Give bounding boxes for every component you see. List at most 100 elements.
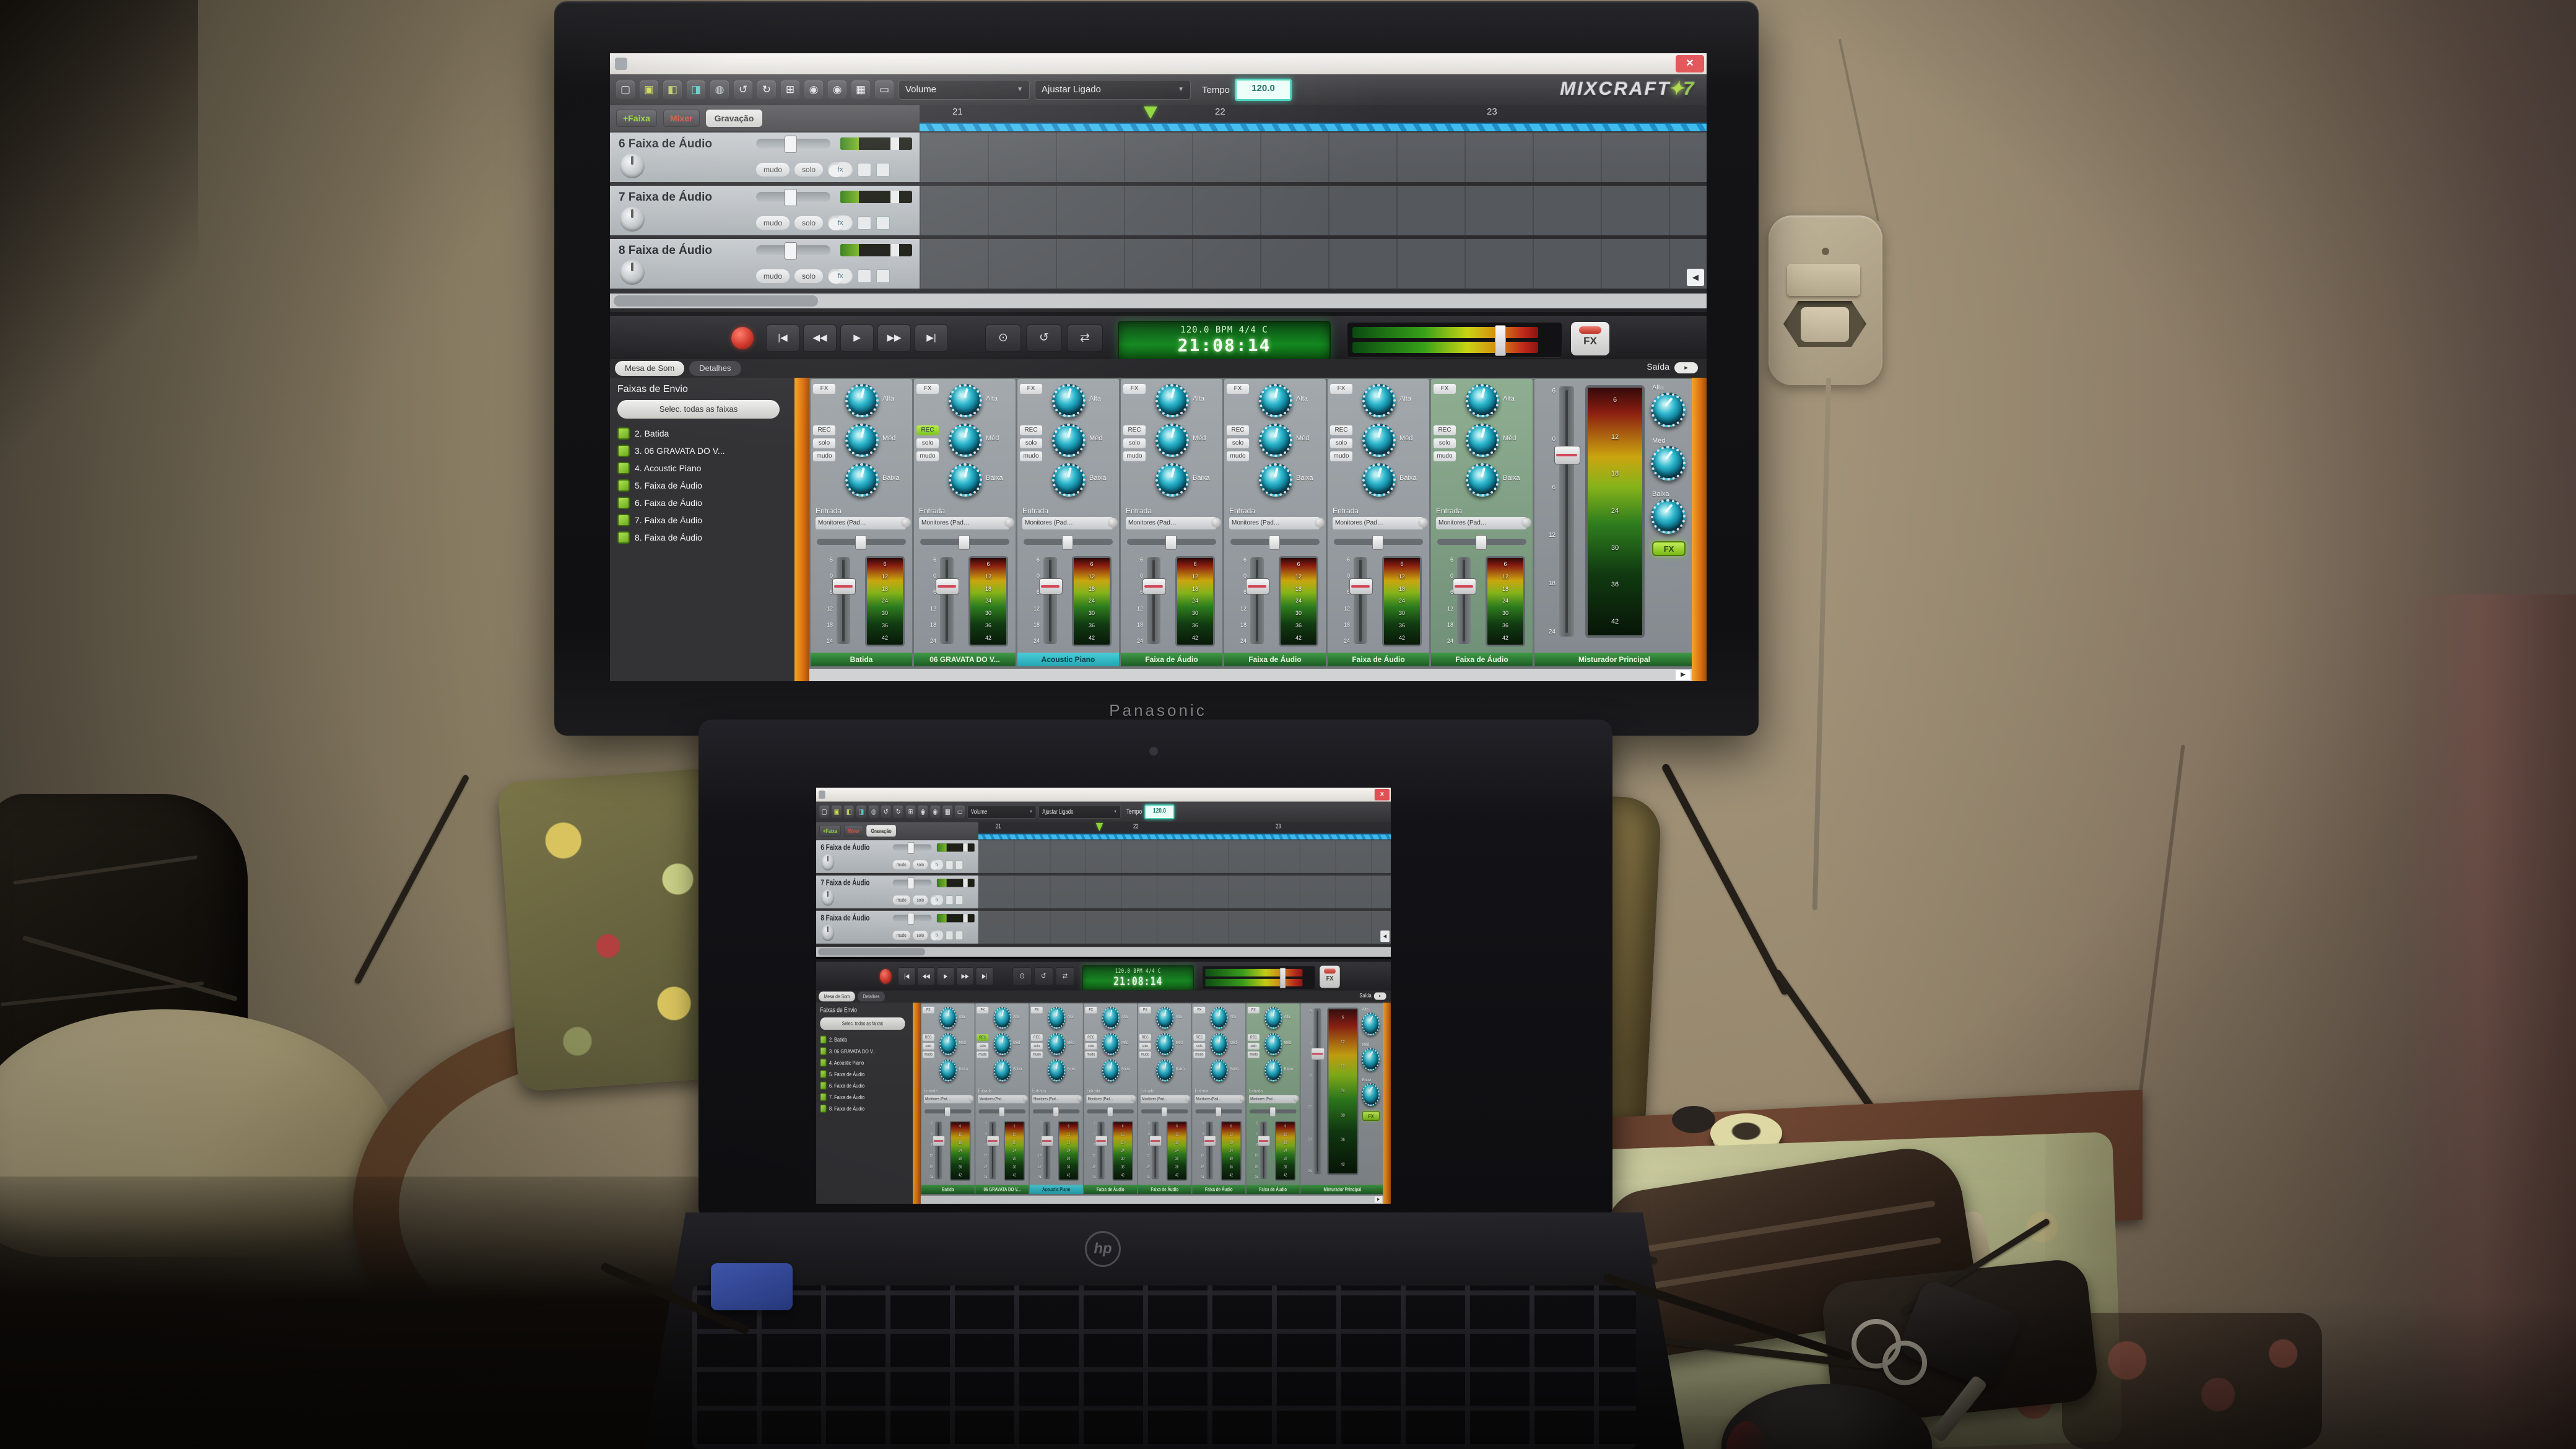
volume-slider[interactable] [756, 139, 830, 149]
strip-rec-button[interactable]: REC [1227, 425, 1249, 435]
eq-low-knob[interactable] [1156, 1060, 1173, 1082]
strip-solo-button[interactable]: solo [1434, 438, 1456, 448]
fader-handle[interactable] [1142, 578, 1166, 594]
eq-high-knob[interactable] [949, 384, 982, 417]
output-expand-button[interactable]: ▸ [1374, 993, 1386, 1000]
pan-slider[interactable] [979, 1110, 1025, 1114]
strip-name-label[interactable]: Faixa de Áudio [1084, 1185, 1137, 1194]
track-lane[interactable]: ◀ [920, 239, 1707, 289]
input-gain-knob[interactable] [1211, 518, 1221, 528]
strip-rec-button[interactable]: REC [977, 1034, 988, 1041]
strip-mute-button[interactable]: mudo [1248, 1051, 1260, 1058]
eq-mid-knob[interactable] [949, 424, 982, 457]
select-all-tracks-button[interactable]: Selec. todas as faixas [617, 400, 780, 419]
fader-handle[interactable] [1095, 1136, 1108, 1146]
mixer-track-list-item[interactable]: 8. Faixa de Áudio [820, 1103, 909, 1115]
fx-button[interactable]: fx [828, 215, 853, 230]
input-select[interactable]: Monitores (Pad… [1436, 517, 1526, 529]
eq-high-knob[interactable] [1211, 1007, 1228, 1029]
pan-knob[interactable] [620, 154, 645, 178]
record-mode-button[interactable]: Gravação [866, 825, 896, 837]
input-select[interactable]: Monitores (Pad… [1086, 1095, 1134, 1103]
strip-solo-button[interactable]: solo [916, 438, 939, 448]
grid-icon[interactable]: ⊞ [906, 806, 916, 818]
pan-slider[interactable] [1127, 539, 1216, 545]
pan-knob[interactable] [821, 925, 834, 941]
strip-solo-button[interactable]: solo [1193, 1043, 1205, 1050]
checkbox-icon[interactable] [617, 531, 630, 544]
horizontal-scrollbar[interactable] [610, 294, 1707, 308]
eq-mid-knob[interactable] [1362, 424, 1396, 457]
scroll-left-button[interactable]: ◀ [1380, 931, 1390, 942]
track-option-button[interactable] [946, 895, 954, 905]
pan-slider[interactable] [1141, 1110, 1188, 1114]
input-select[interactable]: Monitores (Pad… [1126, 517, 1216, 529]
new-file-icon[interactable]: ▢ [616, 80, 635, 99]
fader-handle[interactable] [1039, 578, 1063, 594]
input-select[interactable]: Monitores (Pad… [1032, 1095, 1080, 1103]
fast-forward-button[interactable]: ▶▶ [956, 967, 973, 985]
volume-fader[interactable] [1097, 1121, 1105, 1179]
mixer-track-list-item[interactable]: 6. Faixa de Áudio [820, 1080, 909, 1092]
mute-button[interactable]: mudo [893, 931, 910, 940]
user-icon[interactable]: ◉ [918, 806, 928, 818]
strip-name-label[interactable]: Faixa de Áudio [1192, 1185, 1245, 1194]
eq-mid-knob[interactable] [994, 1033, 1011, 1055]
strip-name-label[interactable]: Batida [921, 1185, 975, 1194]
mixer-track-list-item[interactable]: 6. Faixa de Áudio [617, 494, 787, 511]
panel-icon[interactable]: ▭ [955, 806, 965, 818]
strip-mute-button[interactable]: mudo [1330, 451, 1352, 461]
solo-button[interactable]: solo [913, 860, 928, 869]
strip-name-label[interactable]: Acoustic Piano [1017, 653, 1119, 666]
mixer-track-list-item[interactable]: 7. Faixa de Áudio [820, 1091, 909, 1103]
track-option-button[interactable] [955, 895, 963, 905]
track-header[interactable]: 6 Faixa de Áudio mudo solo fx [816, 840, 978, 873]
strip-fx-button[interactable]: FX [977, 1007, 988, 1014]
strip-name-label[interactable]: Faixa de Áudio [1121, 653, 1222, 666]
track-header[interactable]: 8 Faixa de Áudio mudo solo fx [816, 911, 978, 944]
checkbox-icon[interactable] [617, 479, 630, 492]
scroll-right-button[interactable]: ▶ [1676, 670, 1690, 680]
master-eq-low-knob[interactable] [1362, 1083, 1380, 1106]
mixer-track-list-item[interactable]: 8. Faixa de Áudio [617, 529, 787, 546]
fader-handle[interactable] [1041, 1136, 1053, 1146]
input-gain-knob[interactable] [1240, 1095, 1245, 1102]
eq-high-knob[interactable] [1155, 384, 1189, 417]
strip-rec-button[interactable]: REC [813, 425, 835, 435]
punch-button[interactable]: ⇄ [1056, 967, 1074, 985]
strip-fx-button[interactable]: FX [1085, 1007, 1097, 1014]
strip-mute-button[interactable]: mudo [1031, 1051, 1043, 1058]
input-select[interactable]: Monitores (Pad… [1141, 1095, 1188, 1103]
mute-button[interactable]: mudo [756, 216, 790, 230]
strip-solo-button[interactable]: solo [1227, 438, 1249, 448]
add-track-button[interactable]: +Faixa [616, 110, 657, 127]
track-lane[interactable]: ◀ [978, 911, 1391, 944]
pan-slider[interactable] [1334, 539, 1423, 545]
strip-name-label[interactable]: Faixa de Áudio [1431, 653, 1533, 666]
master-fader[interactable] [1559, 386, 1574, 637]
scrollbar-thumb[interactable] [818, 948, 925, 955]
strip-fx-button[interactable]: FX [1020, 384, 1042, 394]
strip-fx-button[interactable]: FX [1139, 1007, 1151, 1014]
volume-fader[interactable] [935, 1121, 942, 1179]
close-button[interactable]: ✕ [1375, 789, 1390, 801]
strip-rec-button[interactable]: REC [1031, 1034, 1043, 1041]
strip-solo-button[interactable]: solo [1139, 1043, 1151, 1050]
solo-button[interactable]: solo [913, 895, 928, 905]
track-header[interactable]: 6 Faixa de Áudio mudo solo fx [610, 133, 920, 182]
eq-low-knob[interactable] [939, 1060, 957, 1082]
track-option-button[interactable] [955, 860, 963, 869]
mute-button[interactable]: mudo [893, 895, 910, 905]
track-lane[interactable] [920, 133, 1707, 182]
add-track-button[interactable]: +Faixa [819, 825, 841, 837]
fx-button[interactable]: fx [828, 269, 853, 284]
fader-handle[interactable] [936, 578, 959, 594]
pan-slider[interactable] [817, 539, 906, 545]
eq-low-knob[interactable] [949, 463, 982, 497]
fx-button[interactable]: fx [828, 162, 853, 177]
redo-icon[interactable]: ↻ [894, 806, 903, 818]
mixer-track-list-item[interactable]: 7. Faixa de Áudio [617, 511, 787, 529]
pan-slider[interactable] [1033, 1110, 1079, 1114]
fast-forward-button[interactable]: ▶▶ [877, 324, 911, 352]
input-select[interactable]: Monitores (Pad… [1333, 517, 1423, 529]
